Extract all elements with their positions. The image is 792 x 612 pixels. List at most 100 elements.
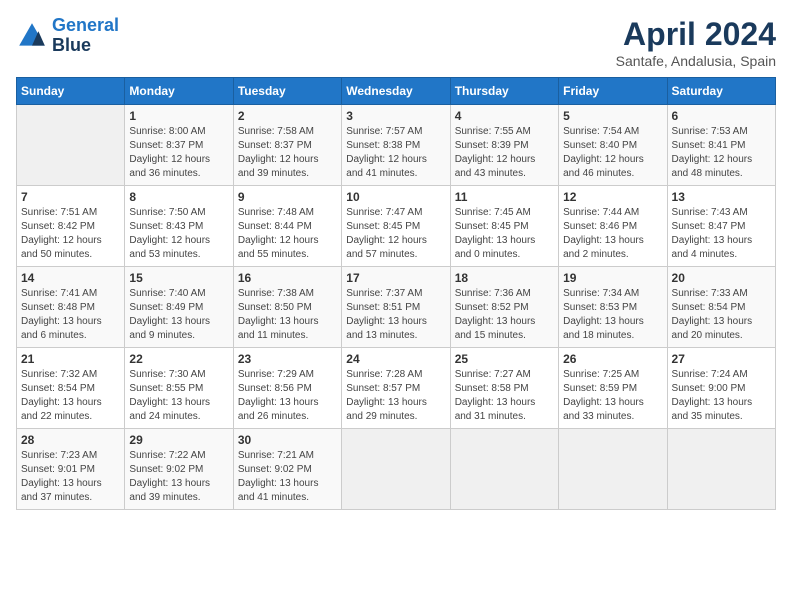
day-info: Sunrise: 7:55 AM Sunset: 8:39 PM Dayligh… xyxy=(455,125,554,181)
day-number: 19 xyxy=(563,271,662,285)
day-cell xyxy=(667,429,775,510)
day-cell: 5 Sunrise: 7:54 AM Sunset: 8:40 PM Daylig… xyxy=(559,105,667,186)
day-number: 6 xyxy=(672,109,771,123)
day-cell: 8Sunrise: 7:50 AM Sunset: 8:43 PM Daylig… xyxy=(125,186,233,267)
day-info: Sunrise: 7:44 AM Sunset: 8:46 PM Dayligh… xyxy=(563,206,662,262)
header-cell-friday: Friday xyxy=(559,78,667,105)
day-cell xyxy=(17,105,125,186)
header-cell-thursday: Thursday xyxy=(450,78,558,105)
day-number: 4 xyxy=(455,109,554,123)
day-cell xyxy=(450,429,558,510)
day-info: Sunrise: 7:29 AM Sunset: 8:56 PM Dayligh… xyxy=(238,368,337,424)
day-info: Sunrise: 7:27 AM Sunset: 8:58 PM Dayligh… xyxy=(455,368,554,424)
day-number: 23 xyxy=(238,352,337,366)
day-info: Sunrise: 7:38 AM Sunset: 8:50 PM Dayligh… xyxy=(238,287,337,343)
week-row-5: 28 Sunrise: 7:23 AM Sunset: 9:01 PM Dayli… xyxy=(17,429,776,510)
header-cell-wednesday: Wednesday xyxy=(342,78,450,105)
day-info: Sunrise: 7:21 AM Sunset: 9:02 PM Dayligh… xyxy=(238,449,337,505)
day-number: 27 xyxy=(672,352,771,366)
day-cell: 25 Sunrise: 7:27 AM Sunset: 8:58 PM Dayli… xyxy=(450,348,558,429)
day-info: Sunrise: 7:48 AM Sunset: 8:44 PM Dayligh… xyxy=(238,206,337,262)
day-number: 24 xyxy=(346,352,445,366)
day-number: 1 xyxy=(129,109,228,123)
day-cell: 15 Sunrise: 7:40 AM Sunset: 8:49 PM Dayli… xyxy=(125,267,233,348)
day-number: 10 xyxy=(346,190,445,204)
day-number: 30 xyxy=(238,433,337,447)
day-info: Sunrise: 7:40 AM Sunset: 8:49 PM Dayligh… xyxy=(129,287,228,343)
day-number: 20 xyxy=(672,271,771,285)
week-row-1: 1 Sunrise: 8:00 AM Sunset: 8:37 PM Daylig… xyxy=(17,105,776,186)
day-info: Sunrise: 7:53 AM Sunset: 8:41 PM Dayligh… xyxy=(672,125,771,181)
day-cell: 18 Sunrise: 7:36 AM Sunset: 8:52 PM Dayli… xyxy=(450,267,558,348)
day-number: 12 xyxy=(563,190,662,204)
day-info: Sunrise: 7:30 AM Sunset: 8:55 PM Dayligh… xyxy=(129,368,228,424)
day-number: 15 xyxy=(129,271,228,285)
day-cell: 26Sunrise: 7:25 AM Sunset: 8:59 PM Dayli… xyxy=(559,348,667,429)
day-number: 18 xyxy=(455,271,554,285)
day-cell: 29 Sunrise: 7:22 AM Sunset: 9:02 PM Dayli… xyxy=(125,429,233,510)
day-cell: 19 Sunrise: 7:34 AM Sunset: 8:53 PM Dayli… xyxy=(559,267,667,348)
day-number: 7 xyxy=(21,190,120,204)
day-info: Sunrise: 7:58 AM Sunset: 8:37 PM Dayligh… xyxy=(238,125,337,181)
day-info: Sunrise: 7:33 AM Sunset: 8:54 PM Dayligh… xyxy=(672,287,771,343)
day-cell: 1 Sunrise: 8:00 AM Sunset: 8:37 PM Daylig… xyxy=(125,105,233,186)
day-info: Sunrise: 8:00 AM Sunset: 8:37 PM Dayligh… xyxy=(129,125,228,181)
day-cell xyxy=(342,429,450,510)
day-info: Sunrise: 7:45 AM Sunset: 8:45 PM Dayligh… xyxy=(455,206,554,262)
day-cell: 23 Sunrise: 7:29 AM Sunset: 8:56 PM Dayli… xyxy=(233,348,341,429)
day-number: 5 xyxy=(563,109,662,123)
day-cell: 16 Sunrise: 7:38 AM Sunset: 8:50 PM Dayli… xyxy=(233,267,341,348)
day-info: Sunrise: 7:23 AM Sunset: 9:01 PM Dayligh… xyxy=(21,449,120,505)
day-number: 28 xyxy=(21,433,120,447)
day-cell: 9 Sunrise: 7:48 AM Sunset: 8:44 PM Daylig… xyxy=(233,186,341,267)
day-info: Sunrise: 7:22 AM Sunset: 9:02 PM Dayligh… xyxy=(129,449,228,505)
day-info: Sunrise: 7:36 AM Sunset: 8:52 PM Dayligh… xyxy=(455,287,554,343)
calendar-table: SundayMondayTuesdayWednesdayThursdayFrid… xyxy=(16,77,776,510)
day-number: 11 xyxy=(455,190,554,204)
day-cell: 27 Sunrise: 7:24 AM Sunset: 9:00 PM Dayli… xyxy=(667,348,775,429)
day-cell: 17 Sunrise: 7:37 AM Sunset: 8:51 PM Dayli… xyxy=(342,267,450,348)
day-number: 13 xyxy=(672,190,771,204)
day-number: 3 xyxy=(346,109,445,123)
day-cell: 2 Sunrise: 7:58 AM Sunset: 8:37 PM Daylig… xyxy=(233,105,341,186)
week-row-2: 7Sunrise: 7:51 AM Sunset: 8:42 PM Daylig… xyxy=(17,186,776,267)
logo-icon xyxy=(16,20,48,52)
day-cell: 12 Sunrise: 7:44 AM Sunset: 8:46 PM Dayli… xyxy=(559,186,667,267)
day-info: Sunrise: 7:24 AM Sunset: 9:00 PM Dayligh… xyxy=(672,368,771,424)
day-cell: 14Sunrise: 7:41 AM Sunset: 8:48 PM Dayli… xyxy=(17,267,125,348)
day-cell: 11 Sunrise: 7:45 AM Sunset: 8:45 PM Dayli… xyxy=(450,186,558,267)
header-cell-tuesday: Tuesday xyxy=(233,78,341,105)
logo-text: General Blue xyxy=(52,16,119,56)
day-cell: 30 Sunrise: 7:21 AM Sunset: 9:02 PM Dayli… xyxy=(233,429,341,510)
header-row: SundayMondayTuesdayWednesdayThursdayFrid… xyxy=(17,78,776,105)
page-header: General Blue April 2024 Santafe, Andalus… xyxy=(16,16,776,69)
day-cell: 13 Sunrise: 7:43 AM Sunset: 8:47 PM Dayli… xyxy=(667,186,775,267)
day-info: Sunrise: 7:37 AM Sunset: 8:51 PM Dayligh… xyxy=(346,287,445,343)
day-info: Sunrise: 7:57 AM Sunset: 8:38 PM Dayligh… xyxy=(346,125,445,181)
day-number: 26 xyxy=(563,352,662,366)
day-info: Sunrise: 7:34 AM Sunset: 8:53 PM Dayligh… xyxy=(563,287,662,343)
day-number: 16 xyxy=(238,271,337,285)
day-number: 17 xyxy=(346,271,445,285)
header-cell-saturday: Saturday xyxy=(667,78,775,105)
day-cell: 22Sunrise: 7:30 AM Sunset: 8:55 PM Dayli… xyxy=(125,348,233,429)
header-cell-sunday: Sunday xyxy=(17,78,125,105)
day-cell: 10Sunrise: 7:47 AM Sunset: 8:45 PM Dayli… xyxy=(342,186,450,267)
header-cell-monday: Monday xyxy=(125,78,233,105)
day-cell: 4 Sunrise: 7:55 AM Sunset: 8:39 PM Daylig… xyxy=(450,105,558,186)
logo: General Blue xyxy=(16,16,119,56)
day-number: 14 xyxy=(21,271,120,285)
day-cell: 28 Sunrise: 7:23 AM Sunset: 9:01 PM Dayli… xyxy=(17,429,125,510)
day-number: 9 xyxy=(238,190,337,204)
day-number: 8 xyxy=(129,190,228,204)
day-number: 29 xyxy=(129,433,228,447)
day-info: Sunrise: 7:28 AM Sunset: 8:57 PM Dayligh… xyxy=(346,368,445,424)
day-number: 25 xyxy=(455,352,554,366)
day-info: Sunrise: 7:54 AM Sunset: 8:40 PM Dayligh… xyxy=(563,125,662,181)
day-cell: 7Sunrise: 7:51 AM Sunset: 8:42 PM Daylig… xyxy=(17,186,125,267)
day-cell: 21Sunrise: 7:32 AM Sunset: 8:54 PM Dayli… xyxy=(17,348,125,429)
day-cell: 6 Sunrise: 7:53 AM Sunset: 8:41 PM Daylig… xyxy=(667,105,775,186)
day-number: 2 xyxy=(238,109,337,123)
day-info: Sunrise: 7:43 AM Sunset: 8:47 PM Dayligh… xyxy=(672,206,771,262)
month-title: April 2024 xyxy=(616,16,776,53)
